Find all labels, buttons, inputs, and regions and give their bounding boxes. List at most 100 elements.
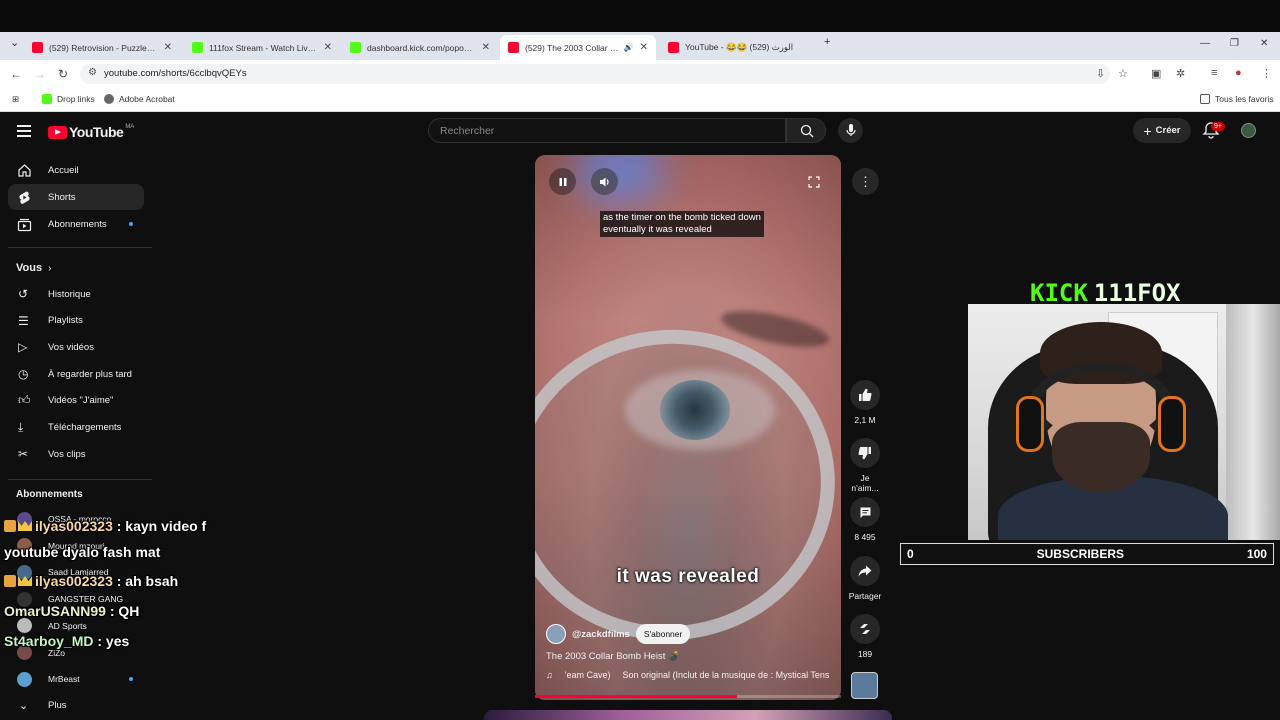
extension-icon[interactable]: ▣ (1151, 67, 1161, 80)
chat-username: ilyas002323 (35, 518, 113, 534)
create-button[interactable]: + Créer (1133, 118, 1191, 143)
chat-text: : kayn video f (116, 518, 207, 534)
close-window-icon[interactable]: ✕ (1260, 38, 1268, 49)
bookmark-adobe-acrobat[interactable]: Adobe Acrobat (104, 94, 175, 104)
bookmark-label: Drop links (57, 94, 95, 104)
search-input[interactable]: Rechercher (428, 118, 786, 143)
all-bookmarks[interactable]: Tous les favoris (1200, 94, 1274, 104)
sidebar-item-liked[interactable]: 👍︎ Vidéos "J'aime" (8, 388, 144, 414)
browser-tab[interactable]: (529) Retrovision - Puzzle (2024) ✕ (24, 35, 180, 60)
tab-close-icon[interactable]: ✕ (164, 42, 172, 53)
sidebar-item-label: Plus (48, 699, 67, 711)
liked-icon: 👍︎ (18, 393, 31, 408)
adobe-acrobat-favicon (104, 94, 114, 104)
site-info-icon[interactable]: ⚙ (88, 67, 97, 78)
subscriber-goal-label: SUBSCRIBERS (1036, 547, 1124, 561)
install-icon[interactable]: ⇩ (1096, 67, 1105, 80)
video-progress-bar[interactable] (535, 695, 841, 698)
remix-icon (860, 624, 870, 634)
back-icon[interactable]: ← (10, 67, 22, 81)
remix-button[interactable]: 189 (847, 614, 883, 659)
menu-icon[interactable] (17, 125, 31, 140)
extensions-puzzle-icon[interactable]: ✲ (1176, 67, 1185, 80)
bookmark-star-icon[interactable]: ☆ (1118, 67, 1128, 80)
sidebar-item-subscriptions[interactable]: Abonnements (8, 211, 144, 237)
sidebar-item-download[interactable]: ⤓ Téléchargements (8, 415, 144, 441)
share-button[interactable]: Partager (847, 556, 883, 601)
volume-button[interactable] (591, 168, 618, 195)
subscribe-button[interactable]: S'abonner (635, 624, 691, 644)
account-avatar[interactable] (1241, 123, 1256, 138)
tab-search-icon[interactable]: ⌄ (10, 36, 19, 49)
bookmarks-bar: ⊞ Drop links Adobe Acrobat Tous les favo… (0, 88, 1280, 112)
channel-name[interactable]: @zackdfilms (572, 629, 630, 640)
subscription-item[interactable]: MrBeast (8, 666, 144, 692)
minimize-icon[interactable]: — (1200, 38, 1210, 49)
tab-title: YouTube - 😂😂 الورث (529) (685, 42, 794, 52)
sidebar-item-watch-later[interactable]: ◷ À regarder plus tard (8, 361, 144, 387)
address-bar-row: ← → ↻ ⚙ youtube.com/shorts/6cclbqvQEYs ⇩… (0, 60, 1280, 88)
tab-audio-icon[interactable]: 🔊 (624, 43, 634, 52)
chat-message: St4arboy_MD : yes (4, 633, 129, 649)
remix-count: 189 (857, 649, 873, 659)
sidebar-item-playlists[interactable]: ☰ Playlists (8, 308, 144, 334)
tab-close-icon[interactable]: ✕ (640, 42, 648, 53)
music-track-b: Son original (Inclut de la musique de : … (622, 670, 830, 680)
apps-grid-icon[interactable]: ⊞ (12, 94, 19, 105)
reload-icon[interactable]: ↻ (58, 67, 68, 81)
thumbs-down-icon (858, 446, 871, 460)
short-title[interactable]: The 2003 Collar Bomb Heist 💣 (546, 651, 680, 662)
forward-icon[interactable]: → (34, 67, 46, 81)
sidebar-item-clips[interactable]: ✂ Vos clips (8, 441, 144, 467)
subscription-label: ZiZo (48, 647, 65, 658)
subscriptions-icon (17, 218, 32, 231)
browser-menu-icon[interactable]: ⋮ (1261, 67, 1272, 80)
url-field[interactable]: ⚙ youtube.com/shorts/6cclbqvQEYs (80, 64, 1110, 84)
new-content-dot (129, 222, 133, 226)
bookmark-drop-links[interactable]: Drop links (42, 94, 95, 104)
comments-button[interactable]: 8 495 (847, 497, 883, 542)
next-short-preview[interactable] (484, 710, 892, 720)
sidebar-divider (8, 247, 152, 248)
sidebar-item-history[interactable]: ↺ Historique (8, 281, 144, 307)
caption-line: as the timer on the bomb ticked down (603, 212, 761, 223)
sidebar-divider (8, 479, 152, 480)
youtube-logo[interactable]: YouTube MA (48, 124, 134, 140)
share-icon (858, 565, 872, 577)
crown-badge-icon (18, 576, 32, 586)
youtube-wordmark: YouTube (69, 124, 124, 140)
search-button[interactable] (786, 118, 826, 143)
like-button[interactable]: 2,1 M (847, 380, 883, 425)
browser-tab[interactable]: YouTube - 😂😂 الورث (529) (660, 35, 816, 60)
restore-icon[interactable]: ❐ (1230, 38, 1239, 49)
sound-thumbnail[interactable] (851, 672, 878, 699)
you-section-header[interactable]: Vous › (16, 262, 51, 274)
tab-close-icon[interactable]: ✕ (324, 42, 332, 53)
voice-search-button[interactable] (838, 118, 863, 143)
gift-badge-icon (4, 520, 16, 532)
sidebar-item-your-videos[interactable]: ▷ Vos vidéos (8, 334, 144, 360)
profile-icon[interactable]: ● (1235, 67, 1242, 79)
sidebar-item-home[interactable]: Accueil (8, 157, 144, 183)
chat-username: St4arboy_MD (4, 633, 94, 649)
channel-avatar[interactable] (546, 624, 566, 644)
tab-close-icon[interactable]: ✕ (482, 42, 490, 53)
fullscreen-button[interactable] (800, 168, 827, 195)
subscription-label: AD Sports (48, 620, 87, 631)
music-row[interactable]: ♫ 'eam Cave) Son original (Inclut de la … (546, 670, 829, 680)
pause-button[interactable] (549, 168, 576, 195)
chat-text: : yes (97, 633, 130, 649)
browser-tab[interactable]: dashboard.kick.com/popout/111fox ✕ (342, 35, 498, 60)
new-tab-icon[interactable]: + (824, 36, 830, 48)
sidebar-item-shorts[interactable]: Shorts (8, 184, 144, 210)
more-actions-button[interactable]: ⋮ (852, 168, 879, 195)
browser-tab[interactable]: 111fox Stream - Watch Live on Kick ✕ (184, 35, 340, 60)
tab-title: dashboard.kick.com/popout/111fox (367, 42, 476, 53)
browser-tab[interactable]: (529) The 2003 Collar Bomb Heist 🔊 ✕ (500, 35, 656, 60)
kick-branding: KICK 111FOX (1030, 279, 1181, 307)
sidebar-show-more[interactable]: ⌄ Plus (8, 692, 144, 718)
watch-later-icon: ◷ (18, 367, 29, 382)
media-control-icon[interactable]: ≡ (1211, 67, 1217, 79)
dislike-button[interactable]: Je n'aim... (847, 438, 883, 493)
chat-message: ilyas002323 : ah bsah (4, 573, 178, 589)
